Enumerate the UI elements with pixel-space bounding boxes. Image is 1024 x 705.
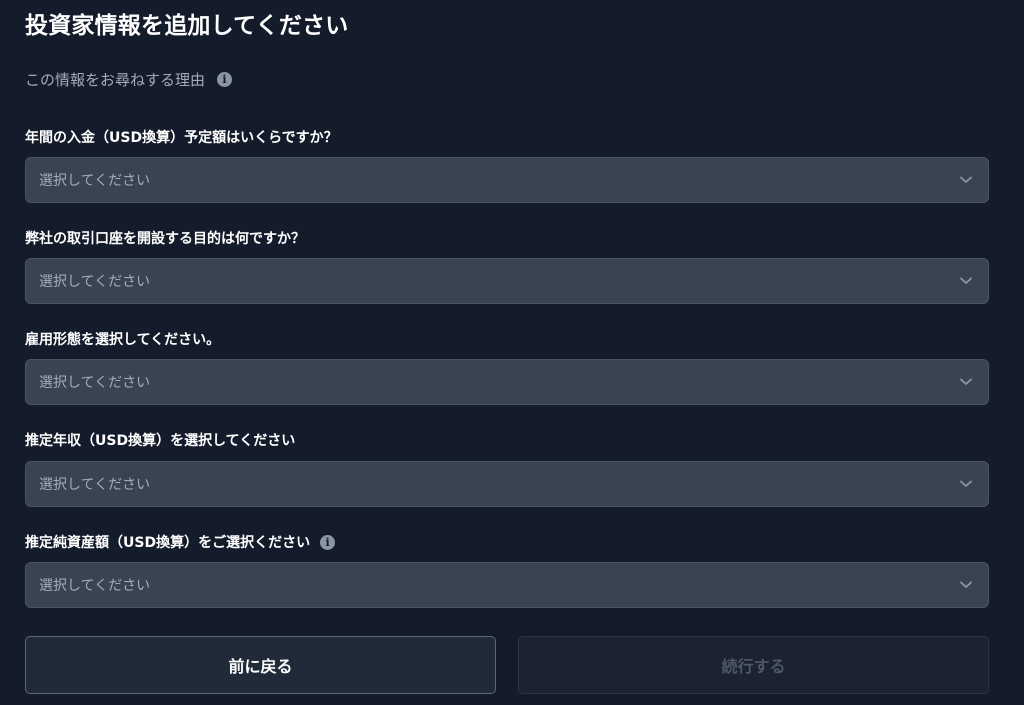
annual-income-label: 推定年収（USD換算）を選択してください [25,430,295,450]
account-purpose-select[interactable]: 選択してください [25,258,989,304]
why-we-ask[interactable]: この情報をお尋ねする理由 i [25,69,233,90]
chevron-down-icon [960,376,972,388]
select-placeholder: 選択してください [39,274,151,290]
info-icon[interactable]: i [320,534,336,550]
account-purpose-label: 弊社の取引口座を開設する目的は何ですか？ [25,228,305,248]
account-purpose-label-text: 弊社の取引口座を開設する目的は何ですか？ [25,231,305,247]
chevron-down-icon [960,579,972,591]
select-placeholder: 選択してください [39,477,151,493]
info-icon[interactable]: i [217,72,233,87]
select-placeholder: 選択してください [39,578,151,594]
chevron-down-icon [960,478,972,490]
net-worth-select[interactable]: 選択してください [25,562,989,608]
annual-deposit-label-text: 年間の入金（USD換算）予定額はいくらですか？ [25,130,338,146]
annual-income-select[interactable]: 選択してください [25,461,989,507]
net-worth-label-text: 推定純資産額（USD換算）をご選択ください [25,535,311,551]
net-worth-label: 推定純資産額（USD換算）をご選択ください i [25,532,336,552]
employment-status-label-text: 雇用形態を選択してください。 [25,332,221,348]
page-title: 投資家情報を追加してください [25,13,349,39]
why-we-ask-text: この情報をお尋ねする理由 [25,71,206,89]
chevron-down-icon [960,275,972,287]
annual-deposit-label: 年間の入金（USD換算）予定額はいくらですか？ [25,127,338,147]
employment-status-select[interactable]: 選択してください [25,359,989,405]
employment-status-label: 雇用形態を選択してください。 [25,329,220,349]
continue-button[interactable]: 続行する [518,636,989,694]
select-placeholder: 選択してください [39,173,151,189]
chevron-down-icon [960,174,972,186]
annual-income-label-text: 推定年収（USD換算）を選択してください [25,433,296,449]
back-button[interactable]: 前に戻る [25,636,496,694]
annual-deposit-select[interactable]: 選択してください [25,157,989,203]
select-placeholder: 選択してください [39,375,151,391]
